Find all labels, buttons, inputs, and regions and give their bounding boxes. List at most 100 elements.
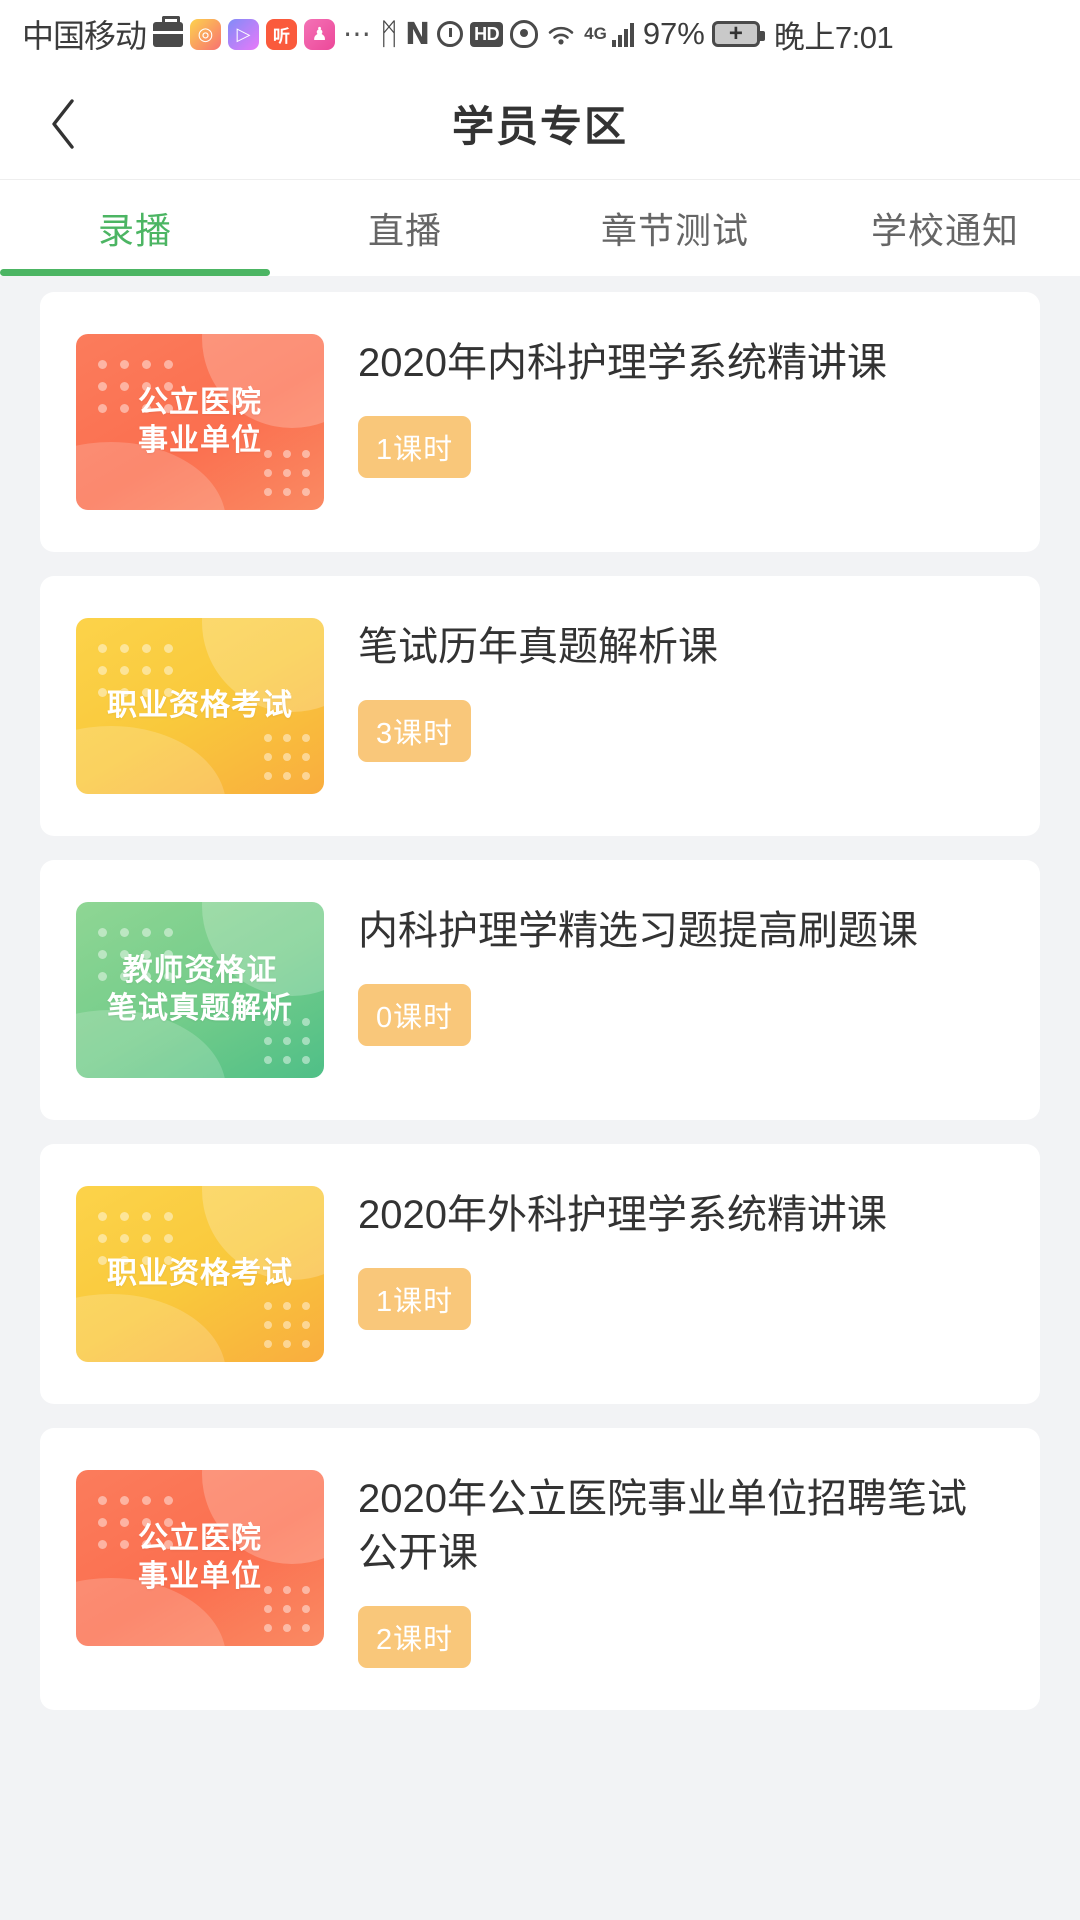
dot-grid-icon [264,450,310,496]
dot [120,928,129,937]
dot [283,450,291,458]
wifi-icon [545,21,577,47]
dot [142,644,151,653]
briefcase-icon [153,15,184,47]
dot [264,1302,272,1310]
dot [164,1234,173,1243]
dot [302,753,310,761]
thumbnail-text: 公立医院 事业单位 [138,384,262,461]
dot [264,772,272,780]
course-info: 2020年外科护理学系统精讲课 1课时 [358,1186,1004,1330]
dot-grid-icon [264,734,310,780]
dot [283,1340,291,1348]
thumbnail-blob-icon [76,726,226,794]
tab-label: 学校通知 [870,210,1019,251]
dot [142,360,151,369]
battery-icon: + [711,20,765,47]
tab-recorded[interactable]: 录播 [0,180,270,276]
dot [120,666,129,675]
dot [142,1234,151,1243]
thumbnail-line-2: 事业单位 [138,1560,262,1593]
tab-live[interactable]: 直播 [270,180,540,276]
lesson-count-badge: 1课时 [358,1268,472,1330]
course-thumbnail: 教师资格证 笔试真题解析 [76,902,324,1078]
dot [302,734,310,742]
dot [302,1586,310,1594]
dot [264,469,272,477]
dot [264,450,272,458]
dot [98,950,107,959]
dot [98,404,107,413]
dot-grid-icon [264,1302,310,1348]
dot [283,1037,291,1045]
hd-icon: HD [470,21,504,47]
tab-bar: 录播 直播 章节测试 学校通知 [0,180,1080,276]
dot [98,972,107,981]
dot [120,1212,129,1221]
dot [98,1234,107,1243]
dot [302,1018,310,1026]
dot [120,360,129,369]
status-bar: 中国移动 ◎ ▷ 听 ♟ ⋯ ᛗ N HD 4G 97% + 晚上7:01 [0,0,1080,68]
dot [264,1624,272,1632]
dot [264,488,272,496]
dot [98,666,107,675]
dot [264,1056,272,1064]
back-button[interactable] [28,68,98,179]
dot [142,1212,151,1221]
tab-label: 录播 [97,210,172,251]
thumbnail-blob-icon [76,1294,226,1362]
dot [302,1340,310,1348]
tab-chapter-test[interactable]: 章节测试 [540,180,810,276]
dot [98,1256,107,1265]
dot [302,1321,310,1329]
dot [283,753,291,761]
dot [302,772,310,780]
alarm-icon [437,21,464,47]
course-title: 2020年内科护理学系统精讲课 [358,341,887,385]
dot [142,666,151,675]
course-thumbnail: 公立医院 事业单位 [76,1470,324,1646]
wifi-icon-svg [548,26,574,45]
thumbnail-line-1: 职业资格考试 [107,1256,293,1290]
thumbnail-text: 教师资格证 笔试真题解析 [107,952,293,1029]
dot [302,1624,310,1632]
course-card[interactable]: 职业资格考试 笔试历年真题解析课 3课时 [40,576,1040,836]
page-title: 学员专区 [451,103,628,150]
dot [98,1518,107,1527]
dot [283,1605,291,1613]
battery-charging-glyph: + [728,20,743,47]
dot [120,1540,129,1549]
signal-bars-icon [611,21,634,47]
dot [302,488,310,496]
dot [264,1605,272,1613]
thumbnail-text: 职业资格考试 [107,1255,293,1293]
course-card[interactable]: 公立医院 事业单位 2020年公立医院事业单位招聘笔试公开课 2课时 [40,1428,1040,1710]
thumbnail-line-1: 公立医院 [138,385,262,419]
tab-label: 章节测试 [600,210,749,251]
course-list[interactable]: 公立医院 事业单位 2020年内科护理学系统精讲课 1课时 职业资格考试 笔试历年真题解析… [0,276,1080,1920]
lesson-count-badge: 3课时 [358,700,472,762]
course-card[interactable]: 公立医院 事业单位 2020年内科护理学系统精讲课 1课时 [40,292,1040,552]
course-card[interactable]: 职业资格考试 2020年外科护理学系统精讲课 1课时 [40,1144,1040,1404]
thumbnail-line-1: 职业资格考试 [107,688,293,722]
course-card[interactable]: 教师资格证 笔试真题解析 内科护理学精选习题提高刷题课 0课时 [40,860,1040,1120]
dot [283,734,291,742]
dot [283,1302,291,1310]
weibo-icon: ◎ [190,18,222,50]
tab-school-notice[interactable]: 学校通知 [810,180,1080,276]
nav-bar: 学员专区 [0,68,1080,180]
dot [142,1496,151,1505]
dot [283,469,291,477]
course-info: 2020年内科护理学系统精讲课 1课时 [358,334,1004,478]
course-title: 2020年外科护理学系统精讲课 [358,1193,887,1237]
chevron-left-icon [52,98,74,149]
lesson-count-badge: 2课时 [358,1606,472,1668]
dot [283,1056,291,1064]
girl-app-icon: ♟ [304,18,336,50]
lesson-count-badge: 1课时 [358,416,472,478]
dot [98,1496,107,1505]
dot [120,1518,129,1527]
dot [283,488,291,496]
dot [120,1234,129,1243]
